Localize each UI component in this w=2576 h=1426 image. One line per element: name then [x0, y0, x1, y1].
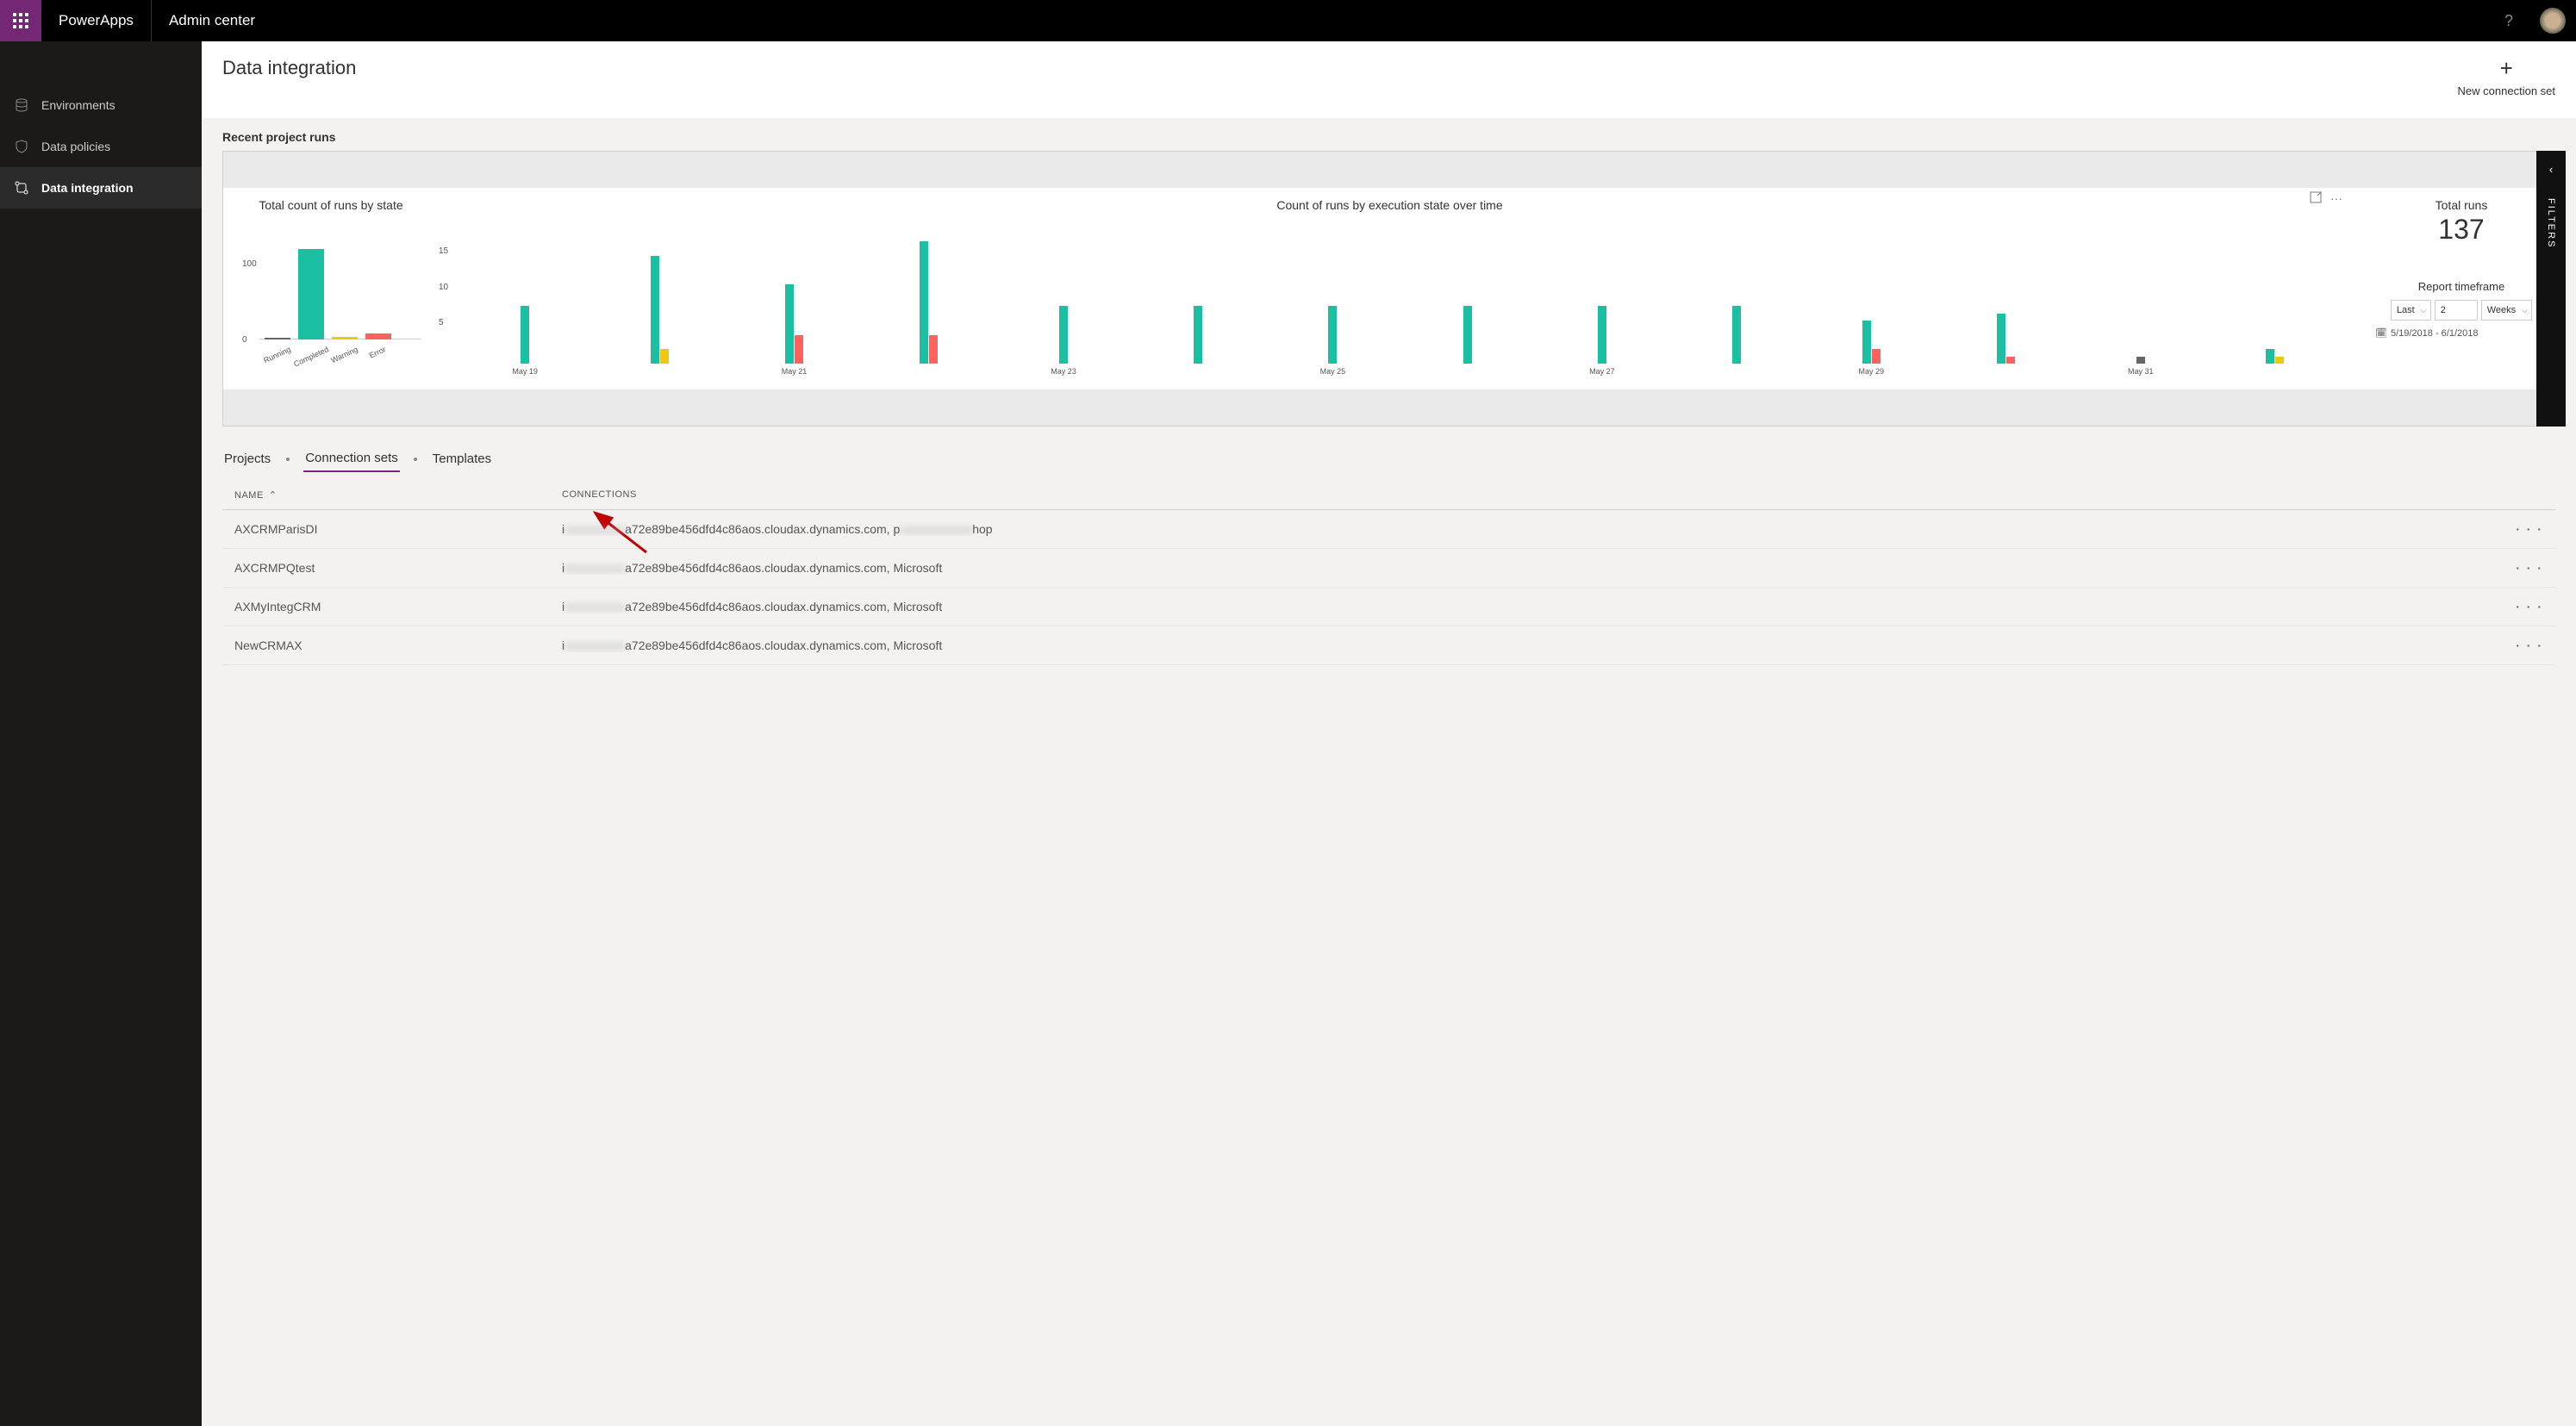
total-runs-value: 137 [2438, 214, 2484, 246]
more-options-icon[interactable]: ··· [2330, 191, 2342, 206]
chart-bar-group[interactable] [864, 217, 995, 364]
chart-bar[interactable]: Completed [298, 249, 324, 339]
brand-label[interactable]: PowerApps [41, 0, 152, 41]
y-tick: 0 [242, 335, 247, 345]
table-header: NAME ⌃ CONNECTIONS [222, 481, 2555, 510]
cell-connections: ixxxxxxxxxxa72e89be456dfd4c86aos.cloudax… [562, 522, 2509, 536]
chevron-left-icon: ‹ [2549, 163, 2553, 176]
cell-name: AXMyIntegCRM [234, 600, 562, 613]
sidebar-item-data-integration[interactable]: Data integration [0, 167, 202, 209]
total-runs-label: Total runs [2436, 198, 2488, 212]
chart-bar-group[interactable] [1671, 217, 1802, 364]
chart-bar[interactable]: Warning [332, 337, 358, 339]
chart-bar-group[interactable]: May 21 [728, 217, 859, 364]
page-title: Data integration [222, 57, 356, 79]
y-tick: 10 [439, 283, 448, 292]
tab-connection-sets[interactable]: Connection sets [303, 445, 400, 472]
timeframe-count-input[interactable]: 2 [2435, 300, 2478, 321]
admin-center-label[interactable]: Admin center [152, 12, 272, 29]
chart-bar[interactable]: Running [265, 338, 290, 339]
cell-connections: ixxxxxxxxxxa72e89be456dfd4c86aos.cloudax… [562, 638, 2509, 652]
shield-icon [14, 139, 29, 154]
y-tick: 100 [242, 259, 257, 269]
page-header: Data integration + New connection set [202, 41, 2576, 118]
content-tabs: Projects Connection sets Templates [202, 427, 2576, 472]
waffle-icon [13, 13, 28, 28]
column-header-name[interactable]: NAME ⌃ [234, 489, 562, 501]
sort-asc-icon: ⌃ [269, 489, 278, 501]
row-actions-button[interactable]: · · · [2509, 561, 2543, 575]
main-content: Data integration + New connection set Re… [202, 41, 2576, 1426]
integration-icon [14, 180, 29, 196]
sidebar-item-label: Data policies [41, 140, 110, 153]
chart-runs-by-state: Total count of runs by state 100 0 Runni… [240, 198, 421, 379]
timeframe-label: Report timeframe [2418, 280, 2504, 293]
filters-panel-toggle[interactable]: ‹ FILTERS [2536, 151, 2566, 427]
chart-bar[interactable]: Error [365, 333, 391, 339]
new-connection-set-label: New connection set [2458, 84, 2555, 97]
chart-bar-group[interactable] [2210, 217, 2341, 364]
help-button[interactable]: ? [2488, 0, 2529, 41]
recent-runs-title: Recent project runs [202, 118, 2576, 151]
report-card: Total count of runs by state 100 0 Runni… [222, 151, 2566, 427]
user-avatar[interactable] [2540, 8, 2566, 34]
tab-projects[interactable]: Projects [222, 446, 272, 471]
database-icon [14, 97, 29, 113]
top-bar: PowerApps Admin center ? [0, 0, 2576, 41]
sidebar-item-label: Data integration [41, 181, 134, 195]
filters-label: FILTERS [2546, 198, 2556, 248]
row-actions-button[interactable]: · · · [2509, 600, 2543, 613]
chart-bar-group[interactable]: May 27 [1537, 217, 1668, 364]
connection-sets-table: NAME ⌃ CONNECTIONS AXCRMParisDI ixxxxxxx… [222, 481, 2555, 665]
sidebar-item-environments[interactable]: Environments [0, 84, 202, 126]
chart-bar-group[interactable] [594, 217, 725, 364]
cell-name: NewCRMAX [234, 638, 562, 652]
sidebar: Environments Data policies Data integrat… [0, 41, 202, 1426]
row-actions-button[interactable]: · · · [2509, 638, 2543, 652]
cell-connections: ixxxxxxxxxxa72e89be456dfd4c86aos.cloudax… [562, 600, 2509, 613]
chart-bar-group[interactable]: May 23 [998, 217, 1129, 364]
sidebar-item-data-policies[interactable]: Data policies [0, 126, 202, 167]
y-tick: 5 [439, 318, 444, 327]
chart-bar-group[interactable]: May 31 [2075, 217, 2206, 364]
row-actions-button[interactable]: · · · [2509, 522, 2543, 536]
date-range-label: 5/19/2018 - 6/1/2018 [2375, 327, 2479, 339]
new-connection-set-button[interactable]: + New connection set [2458, 57, 2555, 97]
timeframe-unit-select[interactable]: Weeks [2481, 300, 2532, 321]
cell-name: AXCRMPQtest [234, 561, 562, 575]
app-launcher-button[interactable] [0, 0, 41, 41]
cell-name: AXCRMParisDI [234, 522, 562, 536]
tab-separator [286, 458, 290, 461]
chart-bar-group[interactable] [1940, 217, 2071, 364]
column-header-connections[interactable]: CONNECTIONS [562, 489, 2543, 501]
tab-templates[interactable]: Templates [431, 446, 493, 471]
chart-bar-group[interactable]: May 29 [1806, 217, 1937, 364]
table-row[interactable]: NewCRMAX ixxxxxxxxxxa72e89be456dfd4c86ao… [222, 626, 2555, 665]
table-row[interactable]: AXCRMPQtest ixxxxxxxxxxa72e89be456dfd4c8… [222, 549, 2555, 588]
chart-title: Total count of runs by state [240, 198, 421, 212]
table-row[interactable]: AXCRMParisDI ixxxxxxxxxxa72e89be456dfd4c… [222, 510, 2555, 549]
timeframe-type-select[interactable]: Last [2391, 300, 2431, 321]
chart-bar-group[interactable] [1402, 217, 1533, 364]
chart-runs-over-time: ··· Count of runs by execution state ove… [421, 198, 2358, 379]
chart-bar-group[interactable]: May 19 [459, 217, 590, 364]
focus-mode-icon[interactable] [2310, 191, 2322, 206]
tab-separator [414, 458, 417, 461]
totals-panel: Total runs 137 Report timeframe Last 2 W… [2358, 198, 2565, 379]
y-tick: 15 [439, 246, 448, 256]
chart-bar-group[interactable]: May 25 [1267, 217, 1398, 364]
sidebar-item-label: Environments [41, 98, 115, 112]
table-row[interactable]: AXMyIntegCRM ixxxxxxxxxxa72e89be456dfd4c… [222, 588, 2555, 626]
chart-title: Count of runs by execution state over ti… [439, 198, 2341, 212]
cell-connections: ixxxxxxxxxxa72e89be456dfd4c86aos.cloudax… [562, 561, 2509, 575]
plus-icon: + [2500, 57, 2513, 79]
chart-bar-group[interactable] [1132, 217, 1263, 364]
